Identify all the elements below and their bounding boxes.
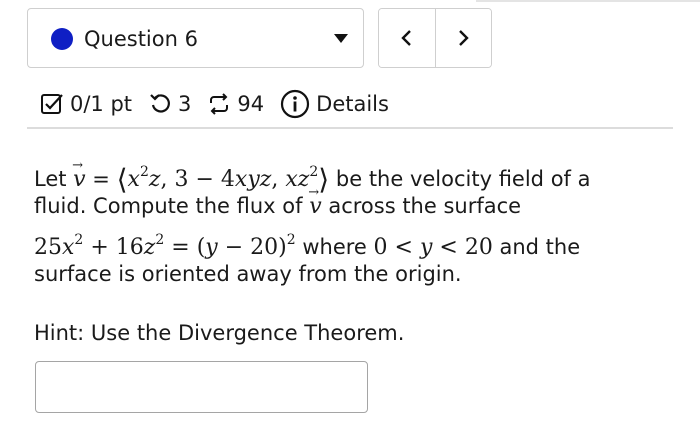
problem-line-4: surface is oriented away from the origin…	[34, 262, 462, 286]
checkbox-check-icon	[41, 94, 63, 114]
problem-line-2: fluid. Compute the flux of v across the …	[34, 176, 674, 223]
submissions-item: 94	[207, 92, 264, 116]
submissions-value: 94	[237, 92, 265, 116]
question-nav	[378, 8, 492, 68]
details-label: Details	[316, 92, 389, 116]
details-button[interactable]: Details	[280, 89, 389, 119]
undo-icon	[150, 94, 170, 113]
previous-question-button[interactable]	[379, 9, 435, 67]
problem-line-1: Let v = ⟨x2z, 3 − 4xyz, xz2⟩ be the velo…	[34, 149, 674, 196]
caret-down-icon	[334, 34, 348, 43]
chevron-left-icon	[401, 30, 411, 46]
points-value: 0/1 pt	[70, 92, 133, 116]
hint-text: Hint: Use the Divergence Theorem.	[34, 321, 405, 345]
problem-statement: Let v = ⟨x2z, 3 − 4xyz, xz2⟩ be the velo…	[34, 149, 674, 291]
question-meta: 0/1 pt 3 94 Details	[40, 88, 389, 120]
answer-input[interactable]	[35, 361, 368, 413]
attempts-item: 3	[148, 92, 191, 116]
question-label: Question 6	[84, 27, 198, 51]
question-status-dot	[51, 28, 73, 50]
question-selector[interactable]: Question 6	[27, 8, 364, 68]
chevron-right-icon	[459, 30, 469, 46]
info-icon	[281, 89, 310, 119]
top-divider	[476, 0, 700, 2]
velocity-vector-symbol: v	[72, 149, 85, 192]
attempts-value: 3	[178, 92, 192, 116]
section-divider	[27, 127, 673, 129]
repeat-icon	[210, 93, 229, 115]
next-question-button[interactable]	[434, 9, 491, 67]
points-item: 0/1 pt	[40, 92, 132, 116]
problem-line-3: 25x2 + 16z2 = (y − 20)2 where 0 < y < 20…	[34, 232, 581, 260]
